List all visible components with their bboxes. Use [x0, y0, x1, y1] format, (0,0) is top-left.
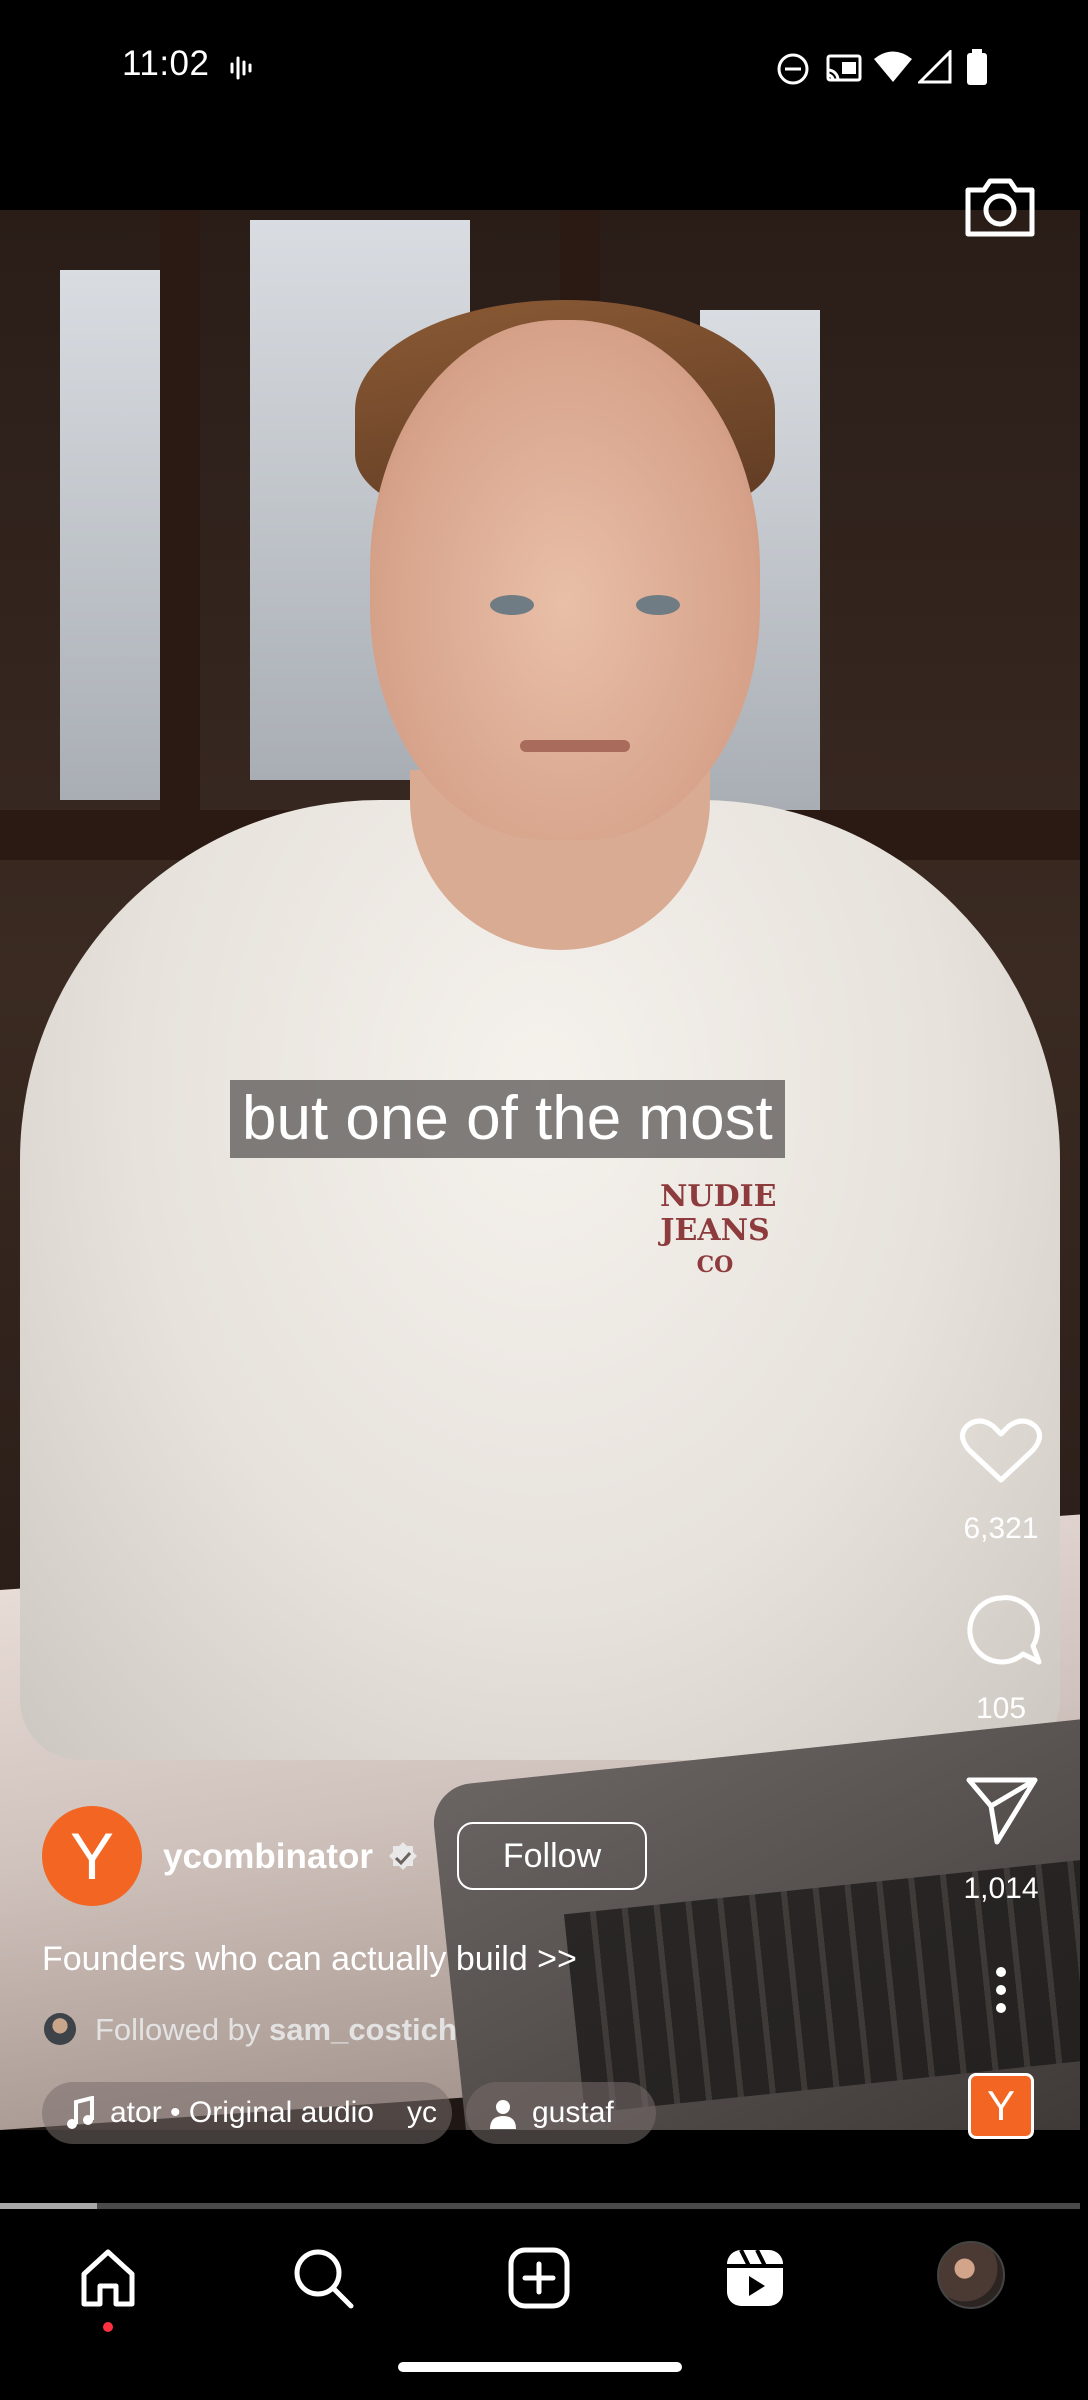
- video-caption: but one of the most: [230, 1080, 785, 1158]
- original-audio-chip[interactable]: ator • Original audio yc: [42, 2082, 452, 2144]
- followed-by-username[interactable]: sam_costich: [269, 2012, 457, 2047]
- followed-by-text[interactable]: Followed by sam_costich: [95, 2012, 457, 2048]
- nav-create[interactable]: [499, 2238, 579, 2318]
- status-bar: 11:02: [0, 0, 1088, 140]
- reels-icon: [727, 2249, 783, 2306]
- cast-icon: [826, 54, 862, 82]
- battery-icon: [967, 49, 987, 85]
- nav-reels[interactable]: [715, 2238, 795, 2318]
- gesture-handle[interactable]: [398, 2362, 682, 2372]
- background-window: [60, 270, 160, 800]
- audio-label-continued: yc: [407, 2096, 437, 2129]
- cellular-signal-icon: [918, 50, 952, 84]
- tagged-person-name: gustaf: [532, 2096, 614, 2129]
- nav-home[interactable]: [68, 2238, 148, 2318]
- profile-avatar[interactable]: [937, 2241, 1005, 2309]
- post-description[interactable]: Founders who can actually build >>: [42, 1940, 577, 1979]
- person-icon: [490, 2100, 516, 2129]
- camera-icon[interactable]: [960, 166, 1040, 246]
- audio-thumbnail[interactable]: Y: [968, 2073, 1034, 2139]
- person-eye: [490, 595, 534, 615]
- nav-search[interactable]: [283, 2238, 363, 2318]
- more-vertical-icon[interactable]: [941, 1966, 1061, 2014]
- share-send-icon[interactable]: [941, 1774, 1061, 1846]
- share-count: 1,014: [963, 1872, 1039, 1905]
- author-avatar[interactable]: Y: [42, 1806, 142, 1906]
- home-icon: [81, 2249, 135, 2307]
- comment-count: 105: [975, 1692, 1027, 1725]
- notification-dot: [103, 2322, 113, 2332]
- music-note-icon: [67, 2096, 94, 2129]
- search-icon: [294, 2249, 354, 2309]
- window-frame: [160, 210, 200, 830]
- like-heart-icon[interactable]: [941, 1414, 1061, 1486]
- verified-badge-icon: [389, 1842, 417, 1870]
- sound-wave-icon: [230, 56, 252, 80]
- tagged-person-chip[interactable]: gustaf: [466, 2082, 656, 2144]
- status-time: 11:02: [122, 44, 210, 83]
- comment-icon[interactable]: [941, 1594, 1061, 1668]
- follow-button[interactable]: Follow: [457, 1822, 647, 1890]
- like-count: 6,321: [963, 1512, 1039, 1545]
- person-face: [370, 320, 760, 840]
- wifi-icon: [874, 51, 912, 82]
- author-username[interactable]: ycombinator: [163, 1837, 373, 1877]
- audio-label: ator • Original audio: [110, 2096, 374, 2129]
- person-mouth: [520, 740, 630, 752]
- person-eye: [636, 595, 680, 615]
- do-not-disturb-icon: [777, 53, 809, 85]
- follower-avatar: [44, 2013, 76, 2045]
- shirt-logo: NUDIE JEANS CO: [660, 1179, 777, 1279]
- create-icon: [508, 2247, 570, 2309]
